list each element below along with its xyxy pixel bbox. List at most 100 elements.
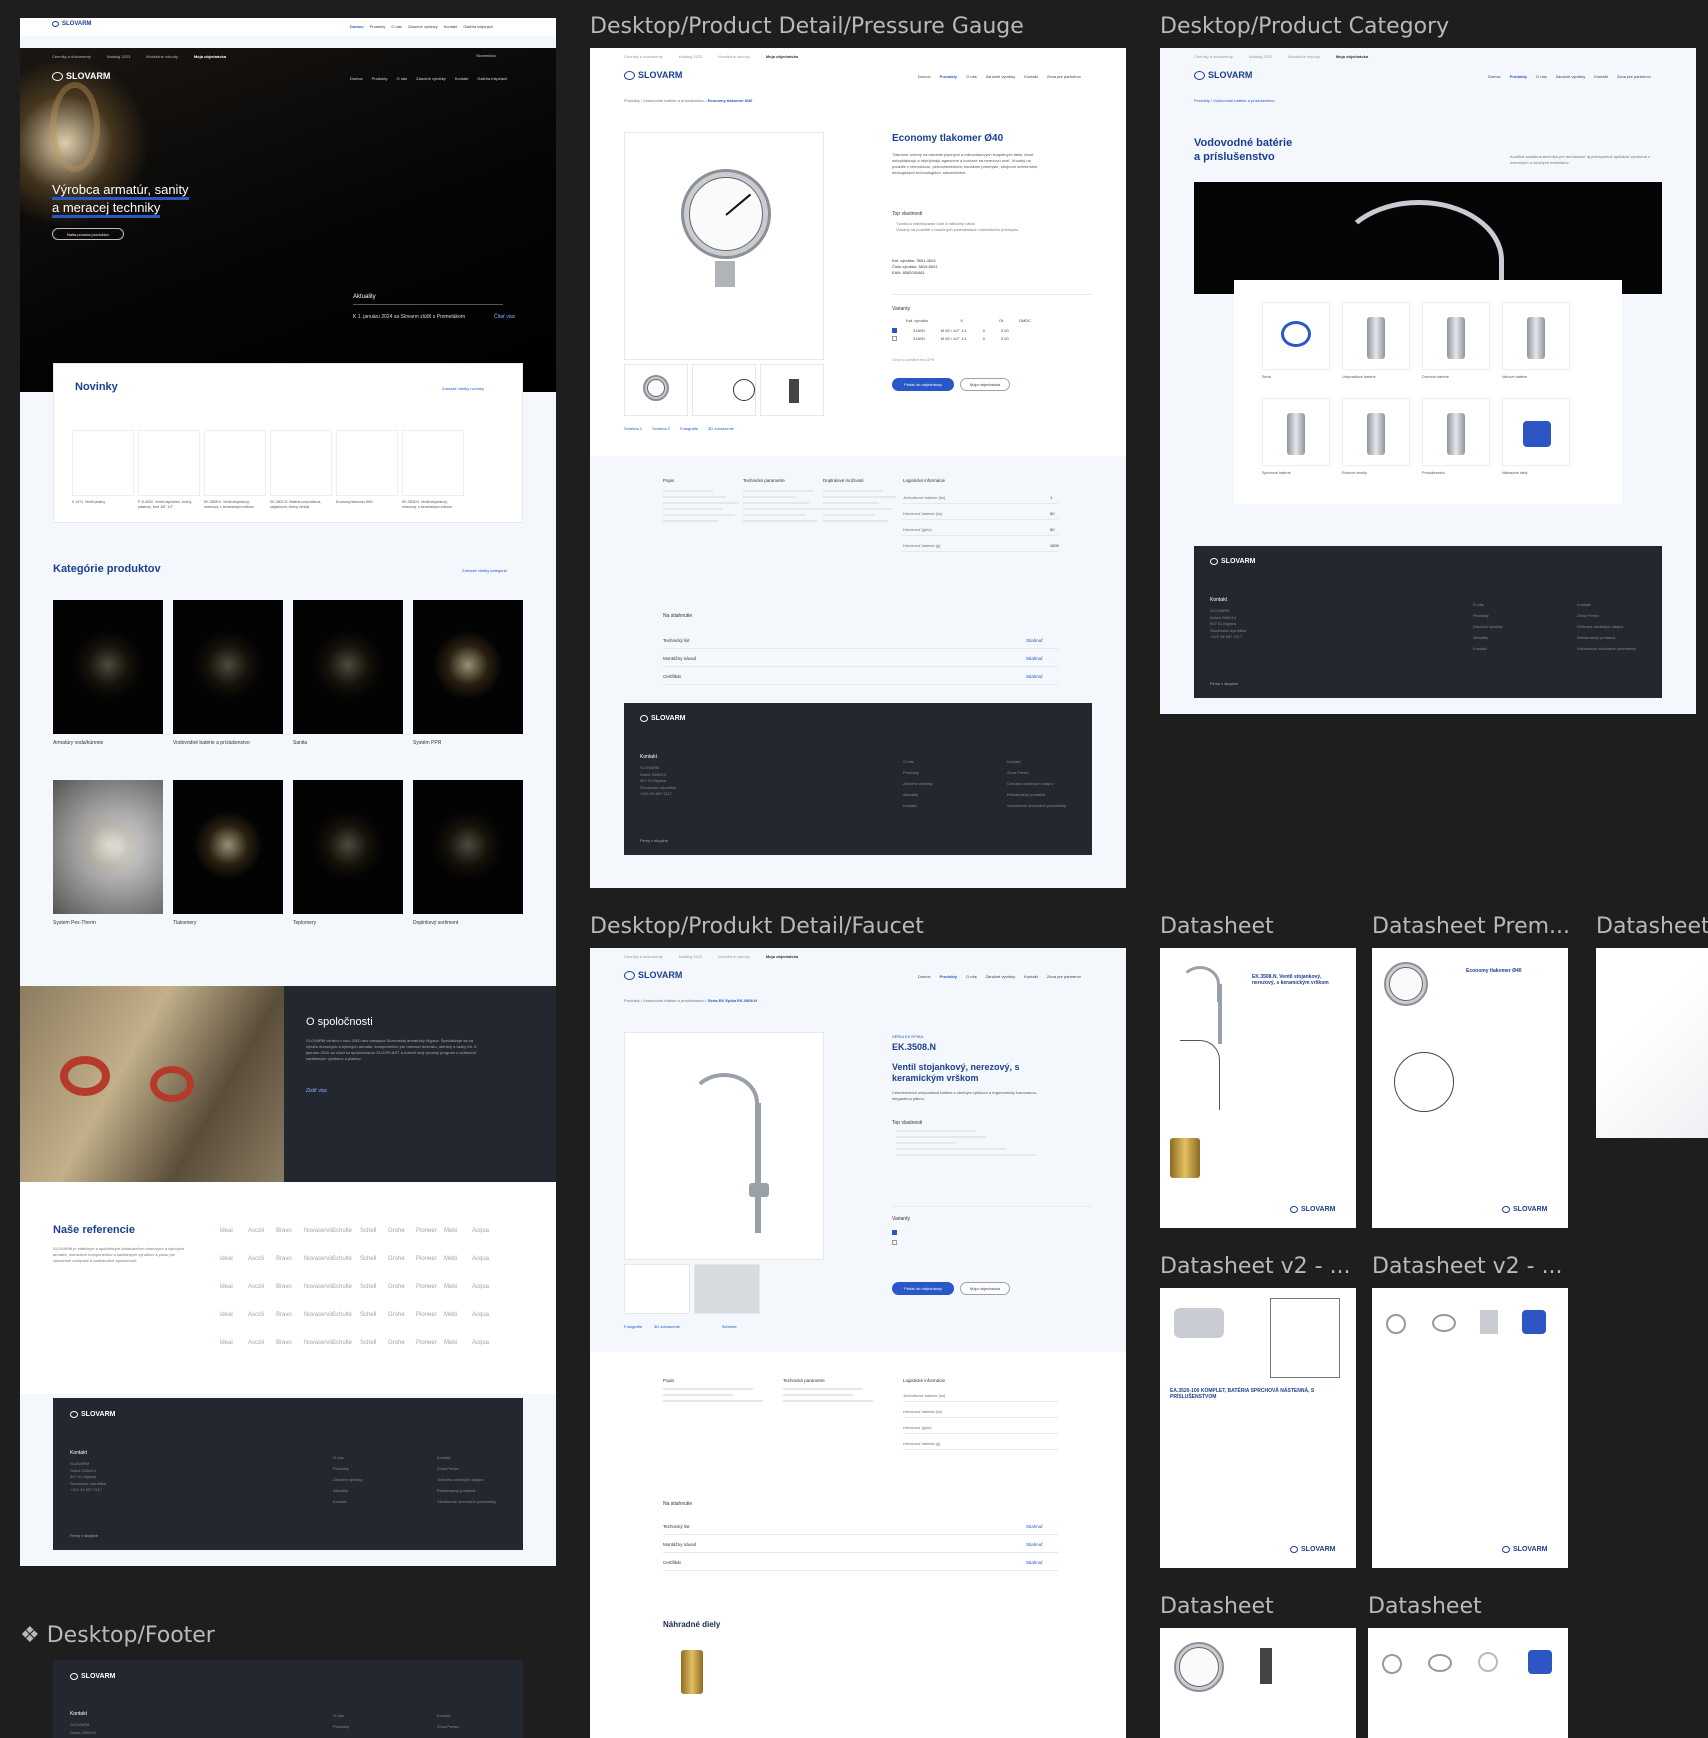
logistics-label: Jednotkové balenie (ks)	[903, 495, 946, 500]
category-tile-label[interactable]: Tlakomery	[173, 920, 283, 926]
category-item[interactable]	[1422, 302, 1490, 370]
category-item[interactable]	[1262, 302, 1330, 370]
category-tile-label[interactable]: Doplnkový sortiment	[413, 920, 523, 926]
category-tile[interactable]	[413, 600, 523, 734]
category-tile[interactable]	[173, 600, 283, 734]
category-tile[interactable]	[53, 780, 163, 914]
novinky-item-label: Economy tlakomer Ø40	[336, 500, 373, 504]
category-tile[interactable]	[173, 780, 283, 914]
reference-logo: Ascoli	[248, 1312, 265, 1318]
pressure-thumb-3[interactable]	[760, 364, 824, 416]
download-link[interactable]: Stiahnuť	[1026, 656, 1043, 661]
datasheet-2: Economy tlakomer Ø40 SLOVARM	[1372, 948, 1568, 1228]
category-logo[interactable]: SLOVARM	[1194, 70, 1252, 80]
news-link[interactable]: Čítať viac	[494, 314, 515, 320]
category-tile-label[interactable]: Armatúry voda/kúrenie	[53, 740, 163, 746]
home-footer-logo[interactable]: SLOVARM	[70, 1411, 115, 1418]
category-item[interactable]	[1342, 398, 1410, 466]
home-page-frame: SLOVARM Domov Produkty O nás Záručné výrobk…	[20, 18, 556, 1566]
spare-part-image[interactable]	[663, 1640, 721, 1700]
novinky-link[interactable]: Zobraziť všetky novinky	[442, 386, 484, 391]
category-item-label[interactable]: Umývadlové batérie	[1342, 375, 1376, 379]
home-mini-nav: Domov Produkty O nás Záručné výrobky Kontakt…	[350, 24, 493, 29]
faucet-thumb-1[interactable]	[624, 1264, 690, 1314]
reference-logo: Grohe	[388, 1312, 405, 1318]
novinky-item[interactable]	[204, 430, 266, 496]
logistics-label: Hmotnosť (g/ks)	[903, 527, 932, 532]
download-link[interactable]: Stiahnuť	[1026, 674, 1043, 679]
pressure-thumb-1[interactable]	[624, 364, 688, 416]
category-item-label[interactable]: Vaňové batérie	[1502, 375, 1527, 379]
about-link[interactable]: Zistiť viac	[306, 1088, 327, 1094]
reference-logo: Novaservis	[304, 1256, 334, 1262]
category-item[interactable]	[1342, 302, 1410, 370]
category-item-label[interactable]: Príslušenstvo	[1422, 471, 1445, 475]
faucet-logo[interactable]: SLOVARM	[624, 970, 682, 980]
hero-topbar: Cenníky a dokumenty Katalóg 2023 Montážne …	[52, 54, 227, 59]
download-row: Technický list	[663, 638, 690, 643]
home-mini-logo[interactable]: SLOVARM	[52, 21, 92, 27]
category-tile-label[interactable]: Sanita	[293, 740, 403, 746]
category-item-label[interactable]: Sprchové batérie	[1262, 471, 1291, 475]
variant-checkbox-2[interactable]	[892, 336, 897, 341]
category-tile-label[interactable]: Teplomery	[293, 920, 403, 926]
novinky-item[interactable]	[336, 430, 398, 496]
faucet-breadcrumb: Produkty / Vodovodné batérie a príslušen…	[624, 998, 757, 1003]
add-to-order-button[interactable]: Pridať do objednávky	[892, 378, 954, 391]
faucet-variant-checkbox-1[interactable]	[892, 1230, 897, 1235]
category-tile-label[interactable]: Systém PPR	[413, 740, 523, 746]
category-hero-image	[1194, 182, 1662, 294]
news-text[interactable]: K 1. januáru 2024 sa Slovarm zlúčil s Pr…	[353, 314, 465, 320]
category-tile[interactable]	[293, 780, 403, 914]
category-item[interactable]	[1502, 398, 1570, 466]
faucet-thumb-2[interactable]	[694, 1264, 760, 1314]
pressure-frame-label: Desktop/Product Detail/Pressure Gauge	[590, 14, 1024, 39]
footer-frame-logo[interactable]: SLOVARM	[70, 1673, 115, 1680]
category-tile[interactable]	[53, 600, 163, 734]
category-item[interactable]	[1262, 398, 1330, 466]
variant-checkbox-1[interactable]	[892, 328, 897, 333]
datasheet-1: EK.3508.N. Ventil stojankový, nerezový, …	[1160, 948, 1356, 1228]
category-item-label[interactable]: Drezové batérie	[1422, 375, 1449, 379]
pressure-thumb-2[interactable]	[692, 364, 756, 416]
reference-logo: Schulte	[332, 1312, 353, 1318]
faucet-thumb-links: Fotografie 3D zobrazenie Schéma	[624, 1324, 737, 1329]
references-text: SLOVARM je stabilným a spoľahlivým dodáv…	[53, 1246, 184, 1263]
my-order-button[interactable]: Moja objednávka	[960, 378, 1010, 391]
novinky-item-label: EK.3508.N. Ventil stojankový, nerezový, …	[402, 500, 452, 509]
download-row: Montážny návod	[663, 656, 697, 661]
logistics-value: 1	[1050, 495, 1053, 500]
faucet-add-button[interactable]: Pridať do objednávky	[892, 1282, 954, 1295]
reference-logo: Mebi	[444, 1312, 458, 1318]
logistics-label: Hmotnosť balenia (g)	[903, 543, 941, 548]
download-link[interactable]: Stiahnuť	[1026, 638, 1043, 643]
category-item-label[interactable]: Séria	[1262, 375, 1271, 379]
faucet-order-button[interactable]: Moja objednávka	[960, 1282, 1010, 1295]
footer-frame-label: ❖ Desktop/Footer	[20, 1623, 215, 1648]
novinky-item-label: K 1971. Ventil priamy	[72, 500, 106, 504]
logistics-value: 60	[1050, 511, 1055, 516]
category-item[interactable]	[1502, 302, 1570, 370]
novinky-item[interactable]	[138, 430, 200, 496]
category-item-label[interactable]: Rohové ventily	[1342, 471, 1367, 475]
novinky-item[interactable]	[270, 430, 332, 496]
category-item-label[interactable]: Náhradné diely	[1502, 471, 1528, 475]
novinky-item[interactable]	[72, 430, 134, 496]
category-tile-label[interactable]: Vodovodné batérie a príslušenstvo	[173, 740, 283, 746]
hero-logo[interactable]: SLOVARM	[52, 71, 110, 81]
novinky-item[interactable]	[402, 430, 464, 496]
reference-logo: Pioneer	[416, 1284, 437, 1290]
about-title: O spoločnosti	[306, 1016, 373, 1028]
hero-cta-button[interactable]: Naša ponuka produktov	[52, 228, 124, 240]
kategorie-link[interactable]: Zobraziť všetky kategórie	[462, 568, 507, 573]
reference-logo: Bravo	[276, 1284, 292, 1290]
category-item[interactable]	[1422, 398, 1490, 466]
faucet-variant-checkbox-2[interactable]	[892, 1240, 897, 1245]
category-tile-label[interactable]: System Pex-Therm	[53, 920, 163, 926]
hero-language[interactable]: Slovenčina	[476, 53, 496, 58]
pressure-frame: Cenníky a dokumenty Katalóg 2023 Montážne …	[590, 48, 1126, 888]
category-tile[interactable]	[293, 600, 403, 734]
category-tile[interactable]	[413, 780, 523, 914]
datasheet-5: SLOVARM	[1372, 1288, 1568, 1568]
pressure-logo[interactable]: SLOVARM	[624, 70, 682, 80]
